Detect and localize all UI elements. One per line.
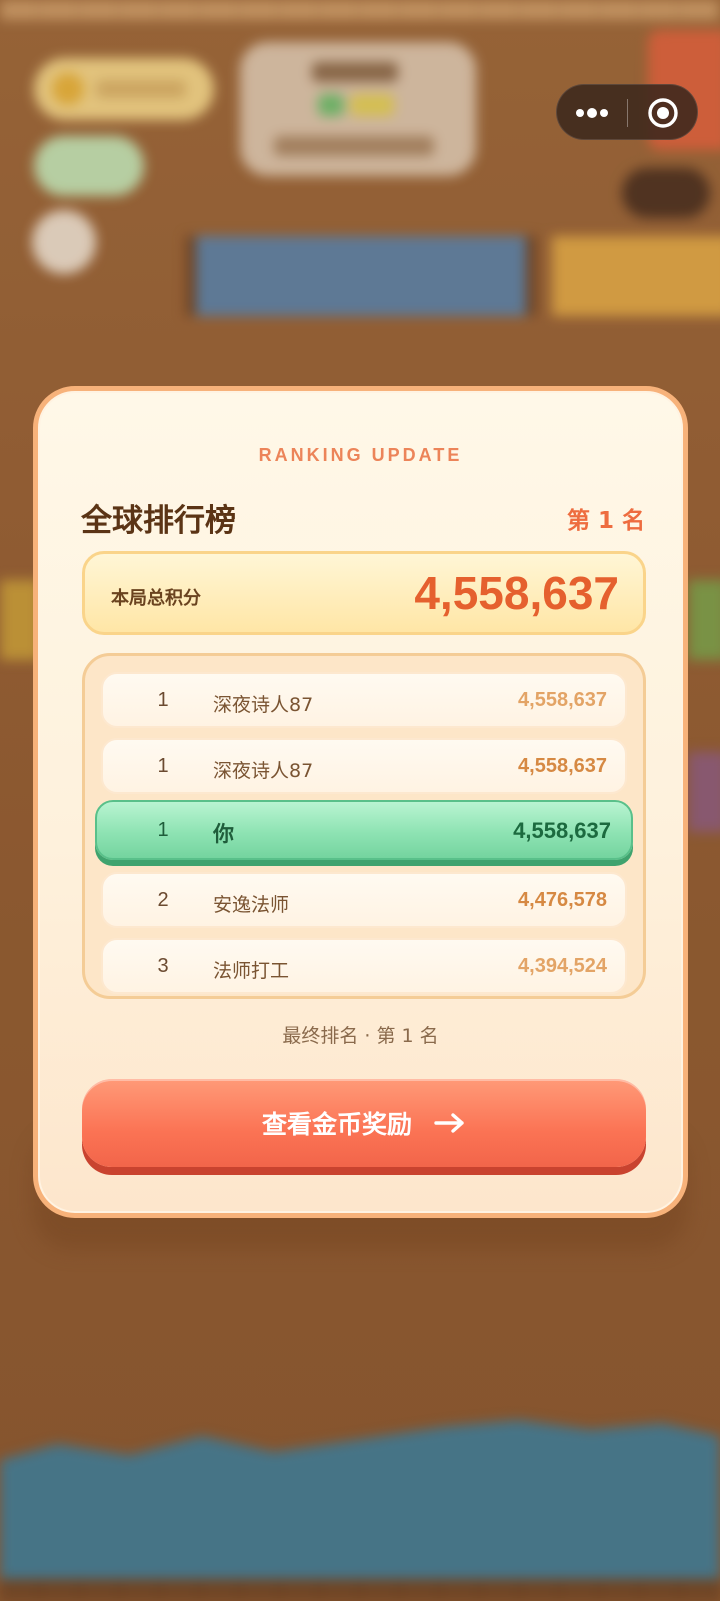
leaderboard-row: 1 深夜诗人87 4,558,637 <box>101 738 627 794</box>
row-player-name: 深夜诗人87 <box>213 694 314 716</box>
total-score-label: 本局总积分 <box>111 588 201 609</box>
close-button[interactable] <box>628 85 698 141</box>
row-score: 4,558,637 <box>518 755 607 777</box>
leaderboard-list: 1 深夜诗人87 4,558,637 1 深夜诗人87 4,558,637 1 … <box>82 653 646 999</box>
row-rank: 1 <box>157 755 169 777</box>
leaderboard-row-current-player: 1 你 4,558,637 <box>95 800 633 860</box>
row-player-name: 安逸法师 <box>213 894 290 916</box>
view-coin-reward-button[interactable]: 查看金币奖励 <box>82 1079 646 1167</box>
row-rank: 2 <box>157 889 169 911</box>
leaderboard-row: 2 安逸法师 4,476,578 <box>101 872 627 928</box>
cta-label: 查看金币奖励 <box>261 1110 412 1139</box>
total-score-value: 4,558,637 <box>414 567 619 619</box>
row-rank: 1 <box>157 819 169 841</box>
row-score: 4,476,578 <box>518 889 607 911</box>
row-rank: 3 <box>157 955 169 977</box>
more-dots-icon <box>576 108 608 118</box>
total-score-card: 本局总积分 4,558,637 <box>82 551 646 635</box>
row-player-name: 深夜诗人87 <box>213 760 314 782</box>
arrow-right-icon <box>434 1113 464 1133</box>
row-player-name: 你 <box>213 822 234 846</box>
mini-program-capsule <box>556 84 698 140</box>
row-score: 4,394,524 <box>518 955 607 977</box>
final-rank-text: 最终排名 · 第 1 名 <box>282 1025 439 1047</box>
rank-badge: 第 1 名 <box>566 508 645 534</box>
leaderboard-row: 1 深夜诗人87 4,558,637 <box>101 672 627 728</box>
target-circle-icon <box>648 98 678 128</box>
modal-title: 全球排行榜 <box>81 503 236 539</box>
row-player-name: 法师打工 <box>213 960 290 982</box>
row-score: 4,558,637 <box>513 818 611 843</box>
row-score: 4,558,637 <box>518 689 607 711</box>
row-rank: 1 <box>157 689 169 711</box>
ranking-modal: RANKING UPDATE 全球排行榜 第 1 名 本局总积分 4,558,6… <box>33 386 688 1218</box>
more-button[interactable] <box>557 85 627 141</box>
modal-kicker: RANKING UPDATE <box>258 445 463 465</box>
leaderboard-row: 3 法师打工 4,394,524 <box>101 938 627 994</box>
